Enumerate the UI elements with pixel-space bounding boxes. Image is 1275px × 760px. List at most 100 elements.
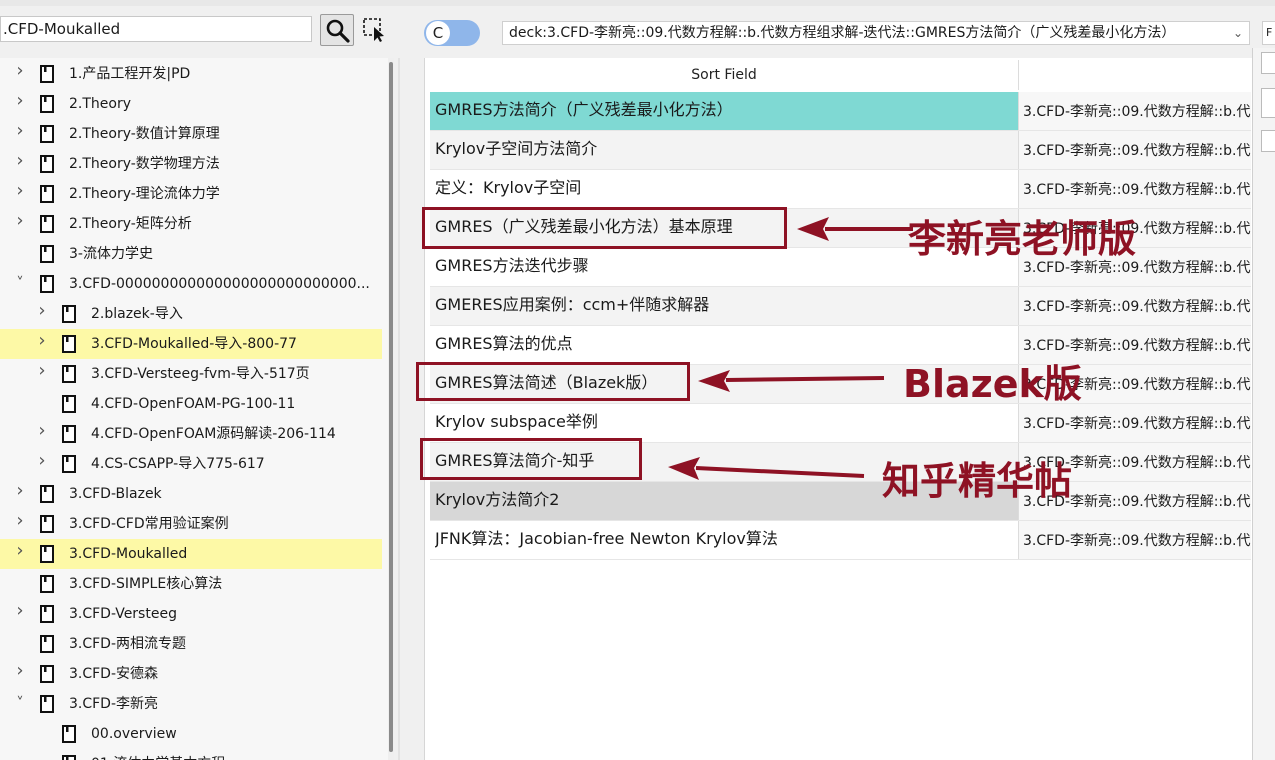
chevron-down-icon[interactable]: ˅ [14, 276, 26, 291]
chevron-right-icon[interactable]: › [14, 542, 26, 560]
cell-sort-field[interactable]: JFNK算法：Jacobian-free Newton Krylov算法 [435, 521, 1018, 559]
chevron-right-icon[interactable]: › [36, 332, 48, 350]
sidebar-tree-item[interactable]: › 1.产品工程开发|PD [0, 59, 382, 89]
sidebar-tree-item[interactable]: › 3.CFD-安德森 [0, 659, 382, 689]
chevron-right-icon[interactable]: › [14, 662, 26, 680]
selection-cursor-icon[interactable] [361, 16, 389, 44]
chevron-right-icon[interactable]: › [14, 122, 26, 140]
sidebar-tree-item[interactable]: › 2.Theory [0, 89, 382, 119]
chevron-right-icon[interactable]: › [14, 182, 26, 200]
cell-sort-field[interactable]: GMERES应用案例：ccm+伴随求解器 [435, 287, 1018, 325]
chevron-right-icon[interactable]: › [36, 452, 48, 470]
column-header-deck[interactable] [1019, 60, 1251, 90]
deck-notebook-icon [40, 245, 54, 263]
deck-notebook-icon [40, 605, 54, 623]
sidebar-tree-item[interactable]: 3.CFD-两相流专题 [0, 629, 382, 659]
sidebar-tree-item[interactable]: 4.CFD-OpenFOAM-PG-100-11 [0, 389, 382, 419]
deck-search-input[interactable]: .CFD-Moukalled [0, 16, 312, 42]
chevron-right-icon[interactable]: › [14, 152, 26, 170]
sidebar-tree-item[interactable]: › 2.Theory-理论流体力学 [0, 179, 382, 209]
editor-side-panel [1252, 48, 1275, 760]
cell-sort-field[interactable]: Krylov子空间方法简介 [435, 131, 1018, 169]
deck-notebook-icon [40, 485, 54, 503]
annotation-box-2 [416, 362, 690, 401]
sidebar-tree-item[interactable]: › 2.Theory-数学物理方法 [0, 149, 382, 179]
panel-button[interactable] [1261, 130, 1275, 152]
splitter[interactable] [398, 58, 400, 760]
sidebar-item-label: 3.CFD-000000000000000000000000000... [69, 276, 370, 292]
cell-sort-field[interactable]: GMRES方法简介（广义残差最小化方法） [435, 92, 1018, 130]
sidebar-tree-item[interactable]: › 4.CS-CSAPP-导入775-617 [0, 449, 382, 479]
sidebar-tree-item[interactable]: › 4.CFD-OpenFOAM源码解读-206-114 [0, 419, 382, 449]
sidebar-tree-item[interactable]: › 2.blazek-导入 [0, 299, 382, 329]
deck-notebook-icon [40, 125, 54, 143]
table-row[interactable]: GMRES算法的优点 3.CFD-李新亮::09.代数方程解::b.代数 [430, 326, 1251, 365]
cell-sort-field[interactable]: 定义：Krylov子空间 [435, 170, 1018, 208]
cell-sort-field[interactable]: Krylov subspace举例 [435, 404, 1018, 442]
sidebar-item-label: 3.CFD-Versteeg-fvm-导入-517页 [91, 366, 310, 382]
cell-deck[interactable]: 3.CFD-李新亮::09.代数方程解::b.代数 [1018, 404, 1251, 442]
panel-button[interactable] [1261, 52, 1275, 74]
sidebar-item-label: 2.Theory-理论流体力学 [69, 186, 220, 202]
annotation-label-2: Blazek版 [903, 362, 1082, 406]
cell-deck[interactable]: 3.CFD-李新亮::09.代数方程解::b.代数 [1018, 521, 1251, 559]
table-row[interactable]: 定义：Krylov子空间 3.CFD-李新亮::09.代数方程解::b.代数 [430, 170, 1251, 209]
mode-toggle[interactable]: C [424, 20, 480, 46]
sidebar-item-label: 00.overview [91, 726, 177, 742]
table-row[interactable]: Krylov方法简介2 3.CFD-李新亮::09.代数方程解::b.代数 [430, 482, 1251, 521]
search-button[interactable] [320, 14, 354, 46]
deck-notebook-icon [40, 65, 54, 83]
window-top-strip [0, 0, 1275, 6]
sidebar-tree-item[interactable]: › 3.CFD-Versteeg-fvm-导入-517页 [0, 359, 382, 389]
cell-deck[interactable]: 3.CFD-李新亮::09.代数方程解::b.代数 [1018, 170, 1251, 208]
deck-notebook-icon [40, 695, 54, 713]
chevron-right-icon[interactable]: › [14, 92, 26, 110]
chevron-right-icon[interactable]: › [14, 512, 26, 530]
sidebar-tree-item[interactable]: 01.流体力学基本方程 [0, 749, 382, 760]
annotation-label-1: 李新亮老师版 [908, 217, 1137, 261]
sidebar-tree-item[interactable]: › 2.Theory-数值计算原理 [0, 119, 382, 149]
sidebar-tree-item[interactable]: ˅ 3.CFD-000000000000000000000000000... [0, 269, 382, 299]
column-header-sort-field[interactable]: Sort Field [430, 60, 1019, 90]
sidebar-item-label: 4.CFD-OpenFOAM源码解读-206-114 [91, 426, 336, 442]
sidebar-tree-item[interactable]: › 3.CFD-Moukalled [0, 539, 382, 569]
chevron-right-icon[interactable]: › [36, 362, 48, 380]
cell-deck[interactable]: 3.CFD-李新亮::09.代数方程解::b.代数 [1018, 92, 1251, 130]
right-toolbar-button[interactable]: F [1262, 21, 1275, 45]
table-row[interactable]: JFNK算法：Jacobian-free Newton Krylov算法 3.CF… [430, 521, 1251, 560]
table-row[interactable]: Krylov子空间方法简介 3.CFD-李新亮::09.代数方程解::b.代数 [430, 131, 1251, 170]
sidebar-tree-item[interactable]: › 3.CFD-Blazek [0, 479, 382, 509]
cell-deck[interactable]: 3.CFD-李新亮::09.代数方程解::b.代数 [1018, 131, 1251, 169]
sidebar-tree-item[interactable]: 3-流体力学史 [0, 239, 382, 269]
chevron-right-icon[interactable]: › [36, 422, 48, 440]
sidebar-tree-item[interactable]: 00.overview [0, 719, 382, 749]
annotation-label-3: 知乎精华帖 [882, 459, 1073, 503]
panel-field[interactable] [1261, 88, 1275, 118]
table-row[interactable]: GMRES方法简介（广义残差最小化方法） 3.CFD-李新亮::09.代数方程解:… [430, 92, 1251, 131]
sidebar-item-label: 1.产品工程开发|PD [69, 66, 191, 82]
table-row[interactable]: GMERES应用案例：ccm+伴随求解器 3.CFD-李新亮::09.代数方程解:… [430, 287, 1251, 326]
chevron-right-icon[interactable]: › [14, 212, 26, 230]
sidebar-item-label: 3.CFD-CFD常用验证案例 [69, 516, 229, 532]
sidebar-tree-item[interactable]: ˅ 3.CFD-李新亮 [0, 689, 382, 719]
sidebar-tree-item[interactable]: › 2.Theory-矩阵分析 [0, 209, 382, 239]
chevron-right-icon[interactable]: › [14, 602, 26, 620]
sidebar-tree-item[interactable]: 3.CFD-SIMPLE核心算法 [0, 569, 382, 599]
cell-deck[interactable]: 3.CFD-李新亮::09.代数方程解::b.代数 [1018, 287, 1251, 325]
sidebar-item-label: 3.CFD-Blazek [69, 486, 162, 502]
chevron-right-icon[interactable]: › [14, 62, 26, 80]
chevron-down-icon[interactable]: ˅ [14, 696, 26, 711]
sidebar-scrollbar[interactable] [388, 58, 394, 760]
chevron-right-icon[interactable]: › [36, 302, 48, 320]
deck-notebook-icon [40, 665, 54, 683]
sidebar-tree-item[interactable]: › 3.CFD-Moukalled-导入-800-77 [0, 329, 382, 359]
sidebar-tree-item[interactable]: › 3.CFD-CFD常用验证案例 [0, 509, 382, 539]
sidebar-tree-item[interactable]: › 3.CFD-Versteeg [0, 599, 382, 629]
toggle-knob: C [426, 21, 450, 45]
sidebar-item-label: 3.CFD-SIMPLE核心算法 [69, 576, 223, 592]
scrollbar-thumb[interactable] [389, 62, 393, 752]
chevron-right-icon[interactable]: › [14, 482, 26, 500]
deck-notebook-icon [62, 335, 76, 353]
search-query-dropdown[interactable]: deck:3.CFD-李新亮::09.代数方程解::b.代数方程组求解-迭代法:… [502, 21, 1250, 45]
deck-notebook-icon [40, 635, 54, 653]
